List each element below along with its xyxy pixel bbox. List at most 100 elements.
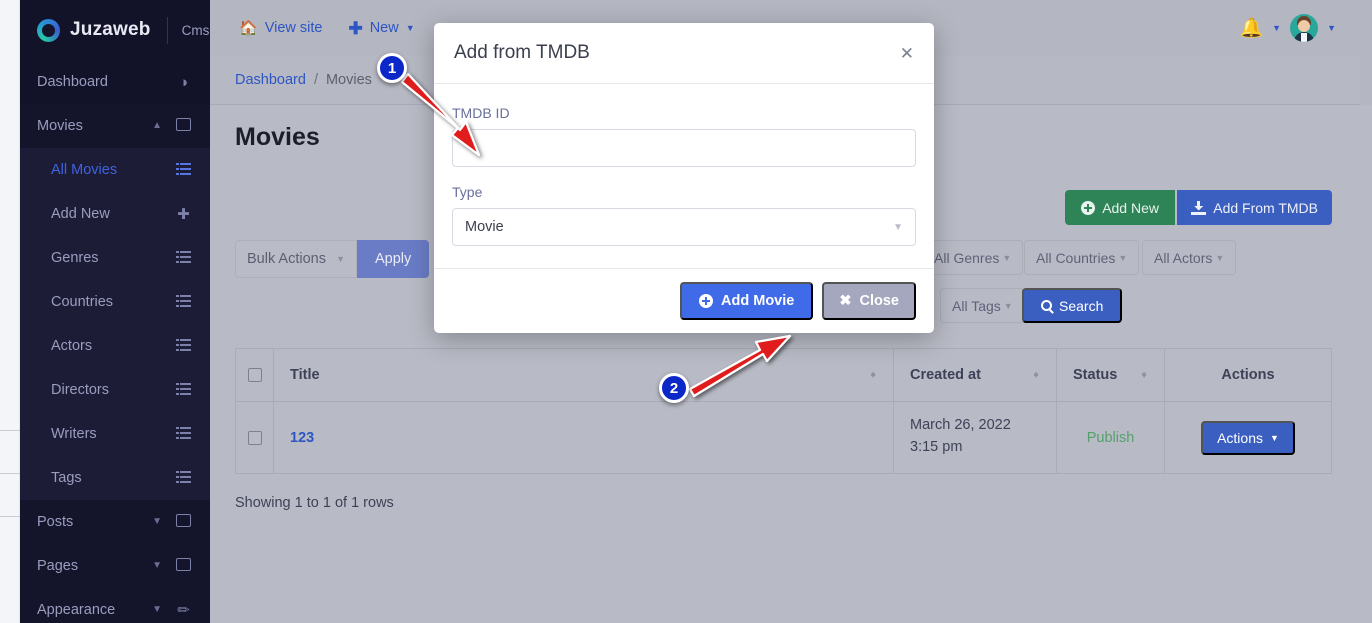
chevron-down-icon: ▼	[893, 221, 903, 233]
list-icon	[174, 162, 193, 178]
chevron-down-icon: ▼	[152, 560, 162, 571]
sidebar-item-genres[interactable]: Genres	[20, 236, 210, 280]
breadcrumb-dashboard[interactable]: Dashboard	[235, 72, 306, 88]
view-site-link[interactable]: 🏠 View site	[239, 20, 322, 36]
row-checkbox[interactable]	[247, 430, 262, 445]
sort-icon: ▲ ▼	[1140, 369, 1148, 380]
bell-icon[interactable]: 🔔	[1239, 19, 1263, 38]
search-button[interactable]: Search	[1022, 288, 1123, 323]
bulk-actions-select[interactable]: Bulk Actions ▼	[235, 240, 357, 278]
new-label: New	[369, 20, 399, 36]
column-header-title[interactable]: Title ▲ ▼	[274, 349, 894, 402]
add-from-tmdb-label: Add From TMDB	[1213, 199, 1318, 216]
chevron-down-icon: ▼	[152, 604, 162, 615]
add-movie-button[interactable]: Add Movie	[680, 282, 814, 320]
row-actions-label: Actions	[1217, 429, 1263, 446]
list-icon	[174, 338, 193, 354]
sidebar-label: Countries	[51, 294, 114, 310]
tmdb-id-input[interactable]	[452, 129, 916, 167]
row-select-cell	[236, 402, 274, 474]
sidebar-item-all-movies[interactable]: All Movies	[20, 148, 210, 192]
filter-label: All Countries	[1036, 249, 1116, 266]
close-button[interactable]: ✖ Close	[822, 282, 916, 320]
brand-logo[interactable]: Juzaweb Cms	[20, 0, 210, 60]
column-header-actions: Actions	[1165, 349, 1331, 402]
modal-body: TMDB ID Type Movie ▼	[434, 84, 934, 268]
plus-icon: ✚	[177, 205, 190, 223]
sidebar: Juzaweb Cms Dashboard ◑ Movies ▲ All Mov…	[20, 0, 210, 623]
select-all-checkbox[interactable]	[247, 368, 262, 382]
download-icon	[1191, 200, 1207, 215]
sidebar-item-actors[interactable]: Actors	[20, 324, 210, 368]
close-icon[interactable]: ✕	[900, 45, 914, 62]
sidebar-item-countries[interactable]: Countries	[20, 280, 210, 324]
list-icon	[174, 382, 193, 398]
chevron-down-icon: ▼	[1003, 300, 1013, 311]
brush-icon: ✏	[177, 601, 190, 619]
modal-header: Add from TMDB ✕	[434, 23, 934, 84]
circle-plus-icon	[699, 294, 714, 308]
sidebar-label: Add New	[51, 206, 110, 222]
add-new-label: Add New	[1102, 199, 1159, 216]
search-icon	[1041, 300, 1052, 311]
sidebar-item-dashboard[interactable]: Dashboard ◑	[20, 60, 210, 104]
sidebar-item-tags[interactable]: Tags	[20, 456, 210, 500]
filter-all-actors[interactable]: All Actors ▼	[1142, 240, 1237, 275]
chevron-down-icon[interactable]: ▼	[1327, 23, 1336, 33]
filter-all-countries[interactable]: All Countries ▼	[1024, 240, 1140, 275]
brand-divider	[166, 16, 168, 44]
sidebar-item-pages[interactable]: Pages ▼	[20, 544, 210, 588]
app-root: Juzaweb Cms Dashboard ◑ Movies ▲ All Mov…	[0, 0, 1372, 623]
sidebar-label: All Movies	[51, 162, 118, 178]
filter-label: All Actors	[1154, 249, 1213, 266]
page-title: Movies	[235, 123, 320, 151]
sidebar-item-writers[interactable]: Writers	[20, 412, 210, 456]
column-header-created-at[interactable]: Created at ▲ ▼	[894, 349, 1057, 402]
column-header-status[interactable]: Status ▲ ▼	[1057, 349, 1165, 402]
list-icon	[174, 426, 193, 442]
view-site-label: View site	[264, 20, 323, 36]
page-scroll-gutter[interactable]	[0, 0, 20, 623]
list-icon	[174, 250, 193, 266]
sidebar-label: Posts	[37, 514, 74, 530]
sidebar-label: Dashboard	[37, 74, 108, 90]
sidebar-label: Movies	[37, 118, 83, 134]
dashboard-icon: ◑	[178, 73, 189, 91]
sidebar-item-directors[interactable]: Directors	[20, 368, 210, 412]
sidebar-item-add-new[interactable]: Add New ✚	[20, 192, 210, 236]
column-label: Title	[290, 367, 320, 383]
chevron-down-icon: ▼	[336, 254, 345, 264]
table-showing-info: Showing 1 to 1 of 1 rows	[235, 495, 394, 511]
add-new-button[interactable]: Add New	[1065, 190, 1175, 225]
chevron-down-icon: ▼	[405, 23, 415, 33]
column-label: Created at	[910, 367, 981, 383]
type-select[interactable]: Movie ▼	[452, 208, 916, 246]
filter-all-genres[interactable]: All Genres ▼	[922, 240, 1024, 275]
sidebar-label: Tags	[51, 470, 82, 486]
sidebar-label: Writers	[51, 426, 97, 442]
chevron-down-icon[interactable]: ▼	[1272, 23, 1281, 33]
row-actions-button[interactable]: Actions ▼	[1201, 420, 1295, 455]
sidebar-item-posts[interactable]: Posts ▼	[20, 500, 210, 544]
movie-title-link[interactable]: 123	[290, 430, 314, 446]
brand-name: Juzaweb	[70, 19, 151, 40]
add-from-tmdb-button[interactable]: Add From TMDB	[1177, 190, 1332, 225]
new-menu[interactable]: ✚ New ▼	[348, 20, 414, 37]
bulk-actions-label: Bulk Actions	[247, 251, 326, 267]
avatar[interactable]	[1290, 14, 1319, 42]
apply-button[interactable]: Apply	[357, 240, 430, 278]
bulk-actions-row: Bulk Actions ▼ Apply	[235, 240, 430, 278]
filter-all-tags[interactable]: All Tags ▼	[940, 288, 1025, 323]
cell-title: 123	[274, 402, 894, 474]
film-icon	[174, 118, 193, 134]
sidebar-label: Pages	[37, 558, 79, 574]
filter-label: All Genres	[934, 249, 1000, 266]
sort-icon: ▲ ▼	[869, 369, 877, 380]
sidebar-item-appearance[interactable]: Appearance ▼ ✏	[20, 588, 210, 623]
search-label: Search	[1059, 297, 1104, 314]
sidebar-label: Directors	[51, 382, 110, 398]
sidebar-label: Actors	[51, 338, 93, 354]
close-label: Close	[859, 293, 900, 309]
cell-status: Publish	[1057, 402, 1165, 474]
sidebar-item-movies[interactable]: Movies ▲	[20, 104, 210, 148]
